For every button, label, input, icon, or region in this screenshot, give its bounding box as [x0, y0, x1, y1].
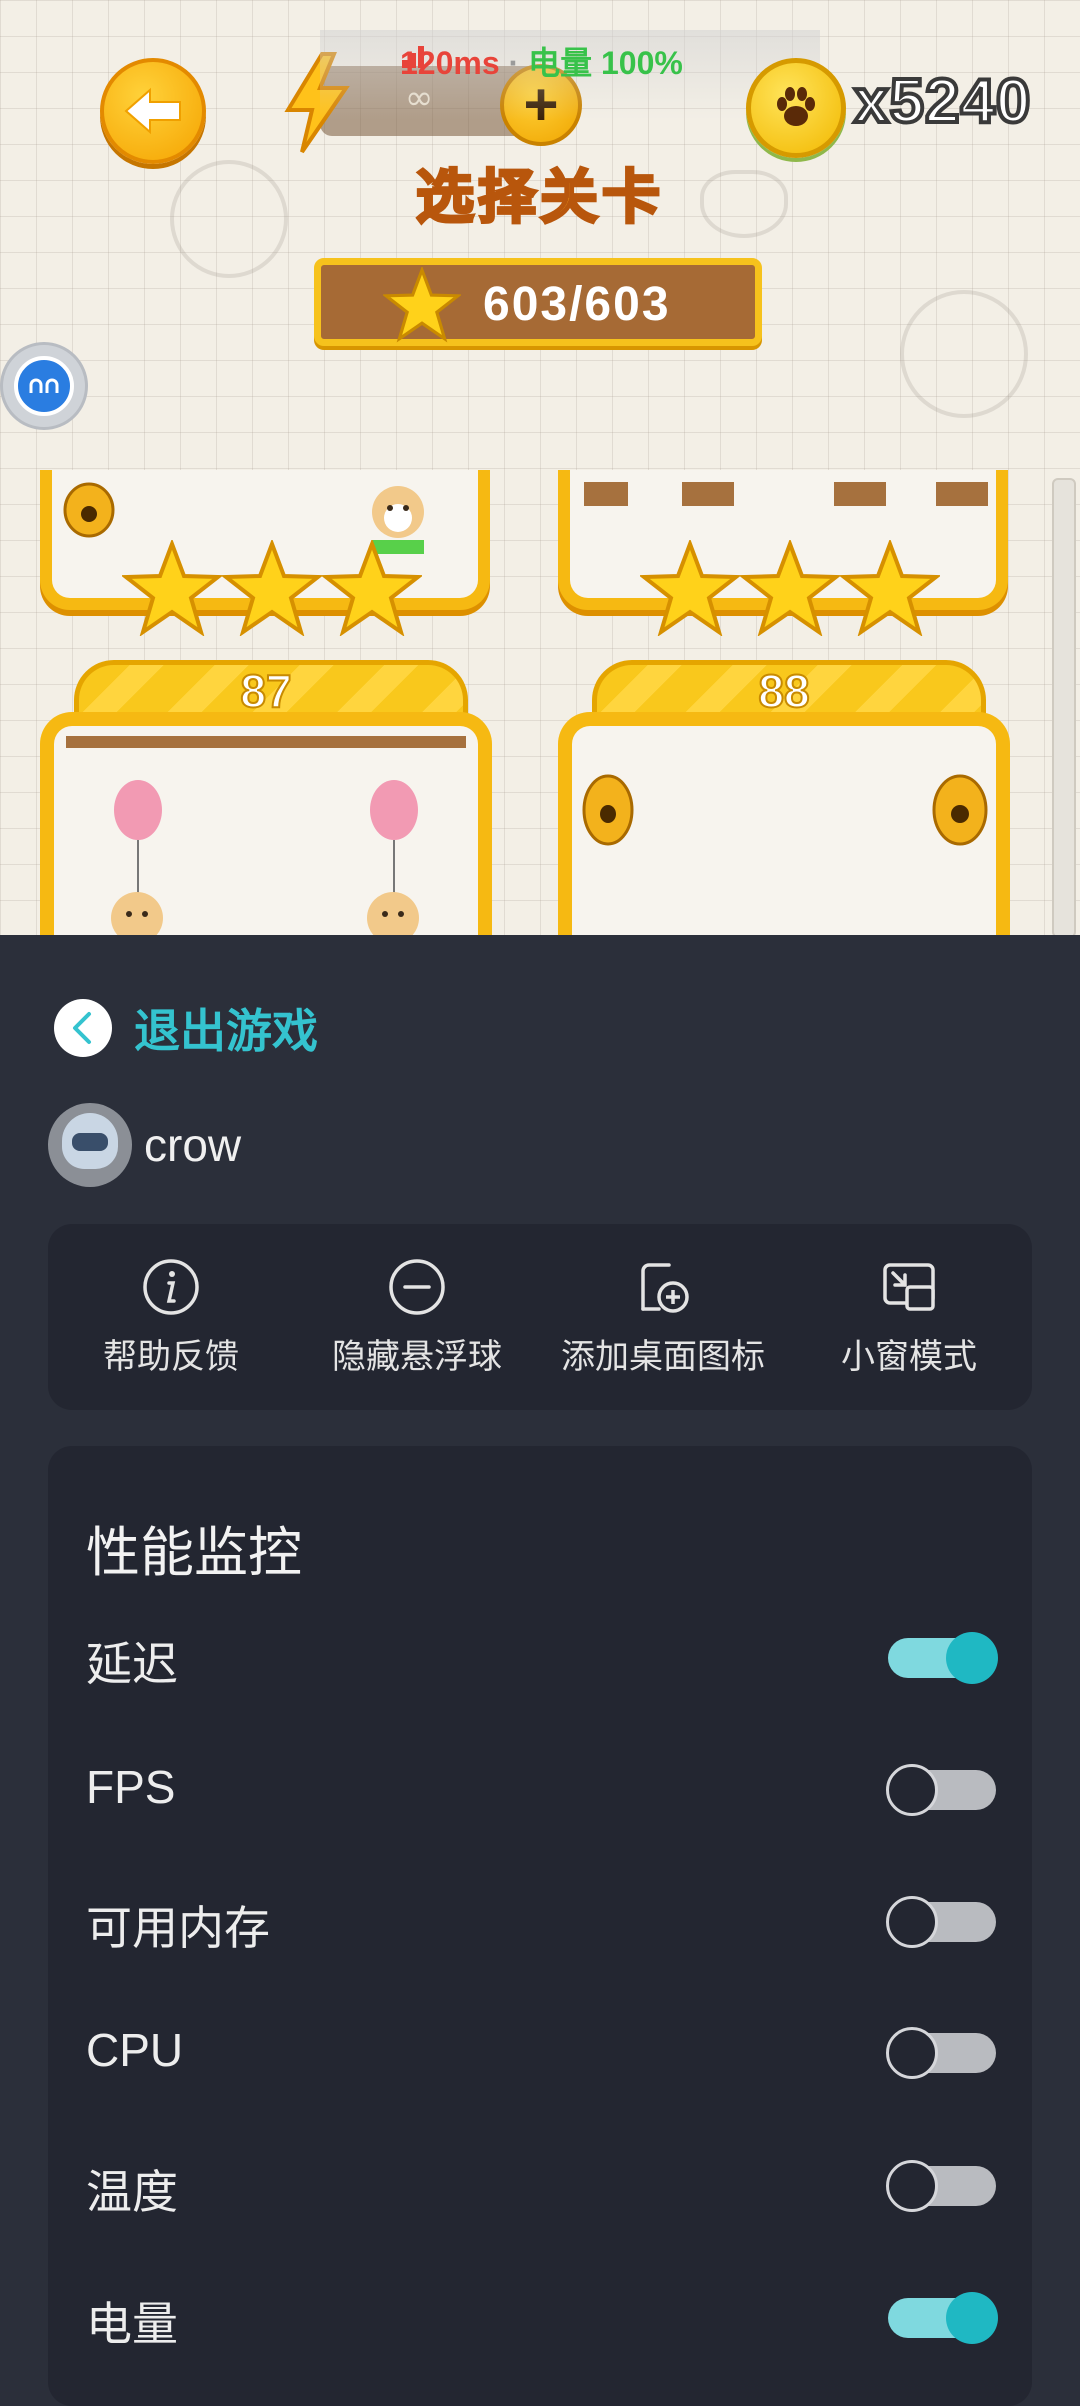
level-number: 87	[239, 664, 292, 718]
hide-floating-ball-button[interactable]: 隐藏悬浮球	[297, 1257, 537, 1378]
perf-row-cpu: CPU	[86, 2009, 996, 2089]
paw-icon	[777, 87, 815, 126]
action-label: 帮助反馈	[103, 1337, 239, 1376]
assistant-icon	[29, 378, 59, 393]
memory-toggle[interactable]	[886, 1896, 996, 1948]
window-mode-button[interactable]: 小窗模式	[789, 1257, 1029, 1378]
perf-row-memory: 可用内存	[86, 1878, 996, 1958]
level-card-87[interactable]: 87	[40, 660, 492, 935]
arrow-left-icon	[124, 87, 181, 135]
star-icon	[840, 540, 940, 636]
status-separator: ·	[499, 45, 529, 81]
perf-row-fps: FPS	[86, 1746, 996, 1826]
cpu-toggle[interactable]	[886, 2027, 996, 2079]
performance-monitor: 性能监控 延迟 FPS 可用内存 CPU 温度 电量	[48, 1446, 1032, 2406]
exit-game-button[interactable]: 退出游戏	[54, 995, 318, 1061]
user-profile: crow	[48, 1103, 241, 1187]
add-desktop-icon-button[interactable]: 添加桌面图标	[543, 1257, 783, 1378]
latency-battery-readout: 120ms · 电量 100%	[400, 38, 683, 84]
perf-label: FPS	[86, 1761, 176, 1813]
wall-block	[682, 482, 734, 506]
dog-icon	[372, 486, 424, 538]
battery-toggle[interactable]	[888, 2292, 998, 2344]
star-icon	[322, 540, 422, 636]
beehive-icon	[582, 774, 634, 846]
floating-ball-button[interactable]	[0, 342, 88, 430]
perf-row-battery: 电量	[86, 2274, 998, 2354]
wall-block	[834, 482, 886, 506]
section-title: 性能监控	[86, 1523, 302, 1583]
wall-block	[584, 482, 628, 506]
battery-text: 电量 100%	[528, 45, 683, 81]
star-icon	[222, 540, 322, 636]
quick-actions: 帮助反馈 隐藏悬浮球 添加桌面图标 小窗模式	[48, 1224, 1032, 1410]
fps-toggle[interactable]	[886, 1764, 996, 1816]
perf-label: CPU	[86, 2024, 184, 2076]
help-feedback-button[interactable]: 帮助反馈	[51, 1257, 291, 1378]
action-label: 添加桌面图标	[561, 1337, 765, 1376]
beehive-icon	[63, 482, 115, 538]
level-card-88[interactable]: 88	[558, 660, 1010, 935]
avatar	[48, 1103, 132, 1187]
paw-coin-icon	[746, 58, 846, 158]
page-title: 选择关卡	[414, 164, 664, 232]
level-list-scrollbar[interactable]	[1052, 478, 1076, 935]
info-icon	[143, 1258, 199, 1315]
perf-label: 电量	[86, 2298, 178, 2350]
back-button[interactable]	[100, 58, 206, 164]
level-stars-prev-left	[122, 540, 422, 636]
chevron-left-icon	[54, 999, 112, 1057]
minus-circle-icon	[389, 1258, 445, 1315]
level-number: 88	[757, 664, 810, 718]
star-icon	[640, 540, 740, 636]
perf-label: 可用内存	[86, 1902, 270, 1954]
latency-toggle[interactable]	[888, 1632, 998, 1684]
perf-row-temperature: 温度	[86, 2142, 996, 2222]
latency-text: 120ms	[400, 45, 500, 81]
perf-label: 温度	[86, 2166, 178, 2218]
temperature-toggle[interactable]	[886, 2160, 996, 2212]
action-label: 隐藏悬浮球	[332, 1337, 502, 1376]
wooden-beam	[66, 736, 466, 748]
user-name: crow	[144, 1119, 242, 1171]
stars-progress: 603/603	[483, 278, 671, 331]
beehive-icon	[932, 774, 988, 846]
wall-block	[936, 482, 988, 506]
perf-row-latency: 延迟	[86, 1614, 998, 1694]
game-menu-panel: 退出游戏 crow 帮助反馈 隐藏悬浮球 添加桌面图标 小窗模式 性能监控 延迟…	[0, 935, 1080, 2406]
action-label: 小窗模式	[841, 1337, 977, 1376]
coin-count: x5240	[852, 65, 1032, 138]
add-shortcut-icon	[641, 1262, 689, 1313]
star-icon	[383, 267, 461, 343]
window-mode-icon	[883, 1262, 935, 1311]
background-doodle	[900, 290, 1028, 418]
perf-label: 延迟	[86, 1638, 178, 1690]
star-icon	[740, 540, 840, 636]
game-screen: ∞ + 120ms · 电量 100% x5240 选择关卡 603/603	[0, 0, 1080, 935]
total-stars-badge: 603/603	[314, 258, 762, 346]
dog-icon	[367, 892, 419, 935]
star-icon	[122, 540, 222, 636]
exit-game-label: 退出游戏	[134, 1005, 318, 1057]
dog-icon	[111, 892, 163, 935]
level-stars-prev-right	[640, 540, 940, 636]
